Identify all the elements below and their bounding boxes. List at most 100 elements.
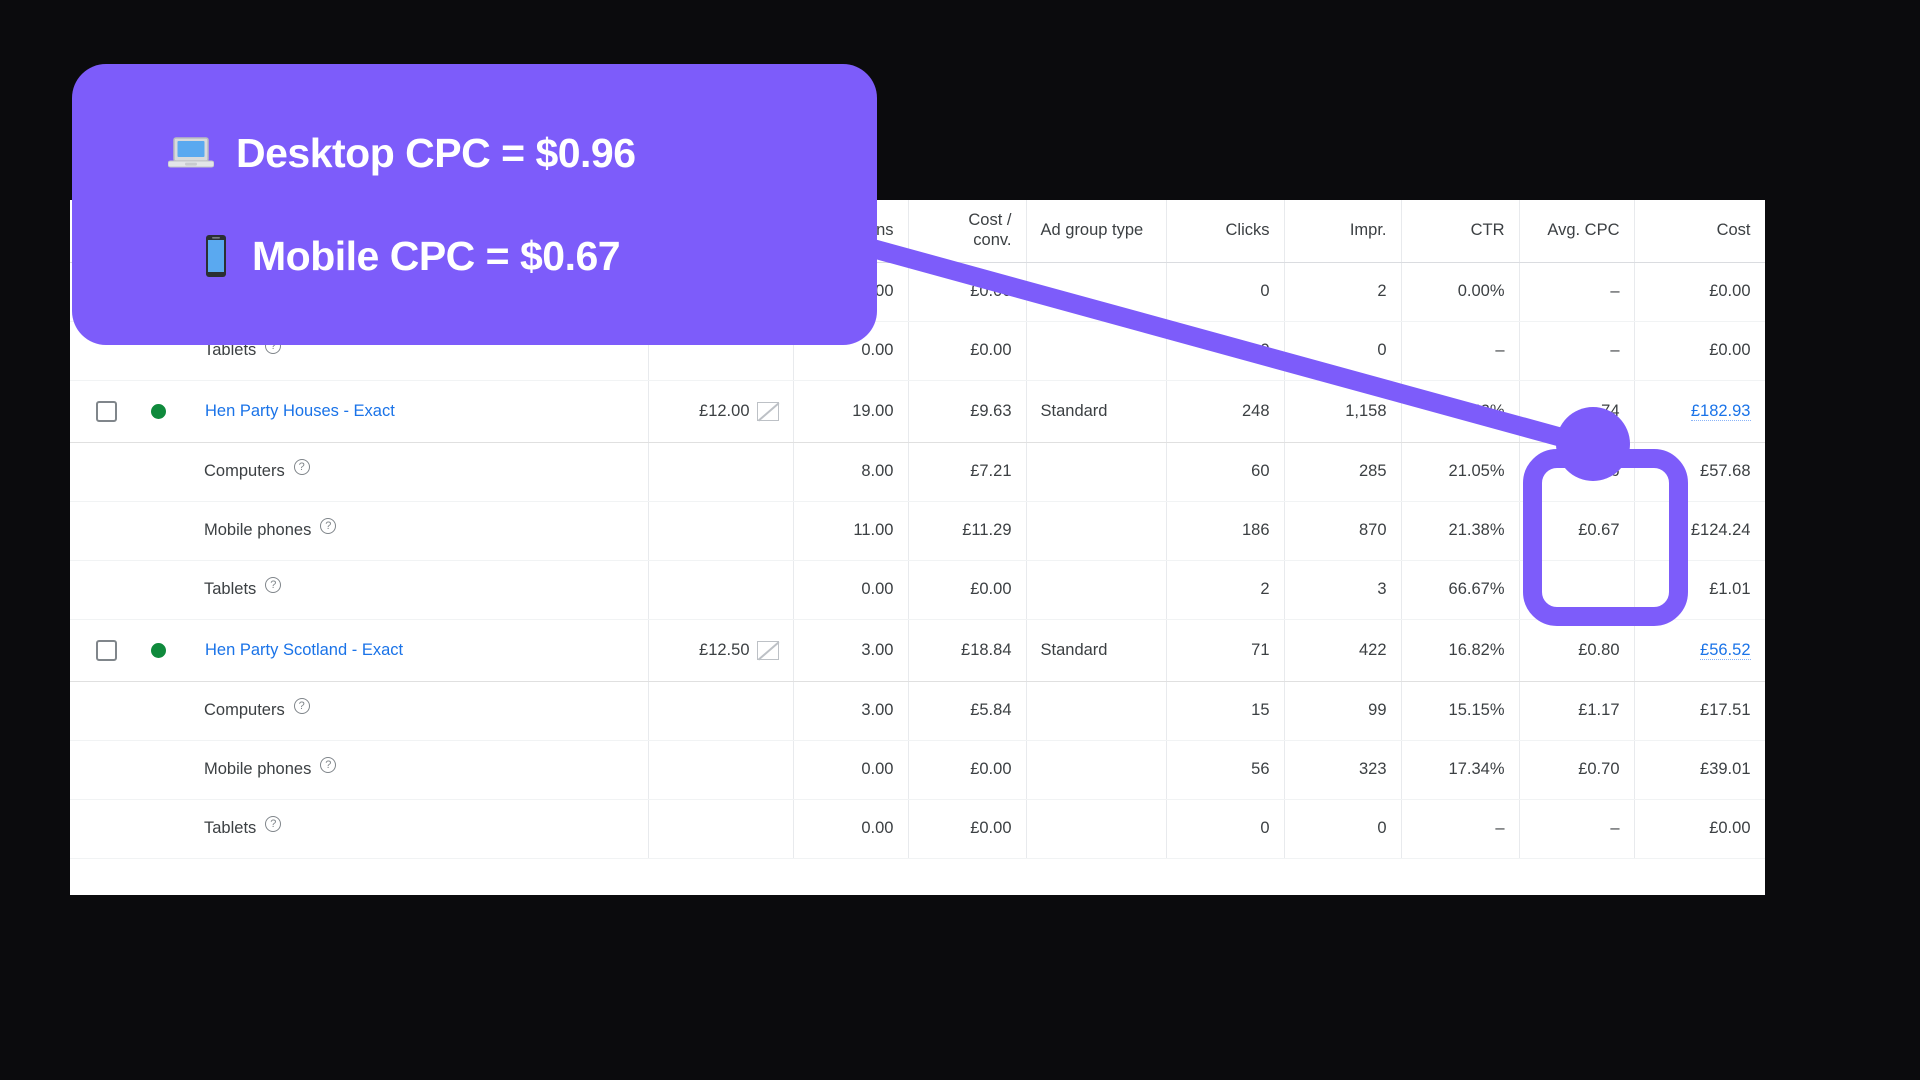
device-name-cell: Computers? (70, 442, 649, 502)
column-header-cost-per-conv[interactable]: Cost / conv. (908, 200, 1027, 263)
ctr-cell: 21.05% (1401, 442, 1520, 502)
callout-desktop-text: Desktop CPC = $0.96 (236, 129, 636, 176)
clicks-cell: 15 (1166, 681, 1285, 741)
ad-group-link[interactable]: Hen Party Scotland - Exact (205, 641, 403, 660)
ctr-cell: 66.67% (1401, 560, 1520, 620)
column-header-conversions[interactable]: ons (793, 200, 909, 263)
cost-per-conversion-cell: £11.29 (908, 501, 1027, 561)
help-icon[interactable]: ? (265, 337, 282, 354)
clicks-cell: 186 (1166, 501, 1285, 561)
cost-link[interactable]: £182.93 (1690, 401, 1751, 421)
column-header-ctr[interactable]: CTR (1401, 200, 1520, 263)
table-row-device[interactable]: Mobile phones? 0.00 £0.00 56 323 17.34% £0.70 £… (70, 740, 1765, 800)
impressions-cell: 0 (1284, 321, 1402, 381)
device-name-cell: Tablets? (70, 560, 649, 620)
column-header-cost[interactable]: Cost (1634, 200, 1765, 263)
device-label: Tablets (204, 341, 257, 359)
avg-cpc-cell: 74 (1519, 380, 1635, 443)
device-label: Computers (204, 462, 285, 480)
ctr-cell: 0.00% (1401, 262, 1520, 322)
table-row-device[interactable]: Computers? 3.00 £5.84 15 99 15.15% £1.17 £17.51 (70, 681, 1765, 741)
impressions-cell: 1,158 (1284, 380, 1402, 443)
table-row-device[interactable]: Mobile phones? 11.00 £11.29 186 870 21.38% £0.… (70, 501, 1765, 561)
row-checkbox[interactable] (96, 639, 117, 661)
table-body: .00 £0.00 0 2 0.00% – £0.00 Tablets? 0.00 £0.00 0 0… (70, 262, 1765, 859)
max-cpc-bid-cell (648, 799, 794, 859)
cost-cell: £57.68 (1634, 442, 1765, 502)
ctr-cell: 15.15% (1401, 681, 1520, 741)
cost-link[interactable]: £56.52 (1700, 640, 1751, 660)
table-row-device[interactable]: Tablets? 0.00 £0.00 0 0– – £0.00 (70, 799, 1765, 859)
cost-per-conversion-cell: £7.21 (908, 442, 1027, 502)
cost-cell[interactable]: £182.93 (1634, 380, 1765, 443)
table-row-device[interactable]: Tablets? 0.00 £0.00 0 0– – £0.00 (70, 321, 1765, 381)
impressions-cell: 323 (1284, 740, 1402, 800)
not-serving-icon (756, 640, 779, 660)
status-dot-eligible (151, 642, 166, 658)
avg-cpc-cell: £0.96 (1519, 442, 1635, 502)
table-header-row: ons Cost / conv. Ad group type Clicks Im… (70, 200, 1765, 263)
column-header-impressions[interactable]: Impr. (1284, 200, 1402, 263)
max-cpc-bid-cell (648, 740, 794, 800)
device-label: Tablets (204, 819, 257, 837)
ad-group-type-cell: Standard (1026, 380, 1167, 443)
clicks-cell: 0 (1166, 799, 1285, 859)
conversions-cell: 8.00 (793, 442, 909, 502)
table-row-ad-group[interactable]: Hen Party Houses - Exact £12.00 19.00 £9.63… (70, 380, 1765, 443)
column-header-bid[interactable] (648, 200, 794, 263)
help-icon[interactable]: ? (265, 576, 282, 593)
cost-per-conversion-cell: £5.84 (908, 681, 1027, 741)
ctr-cell: 21.42% (1401, 380, 1520, 443)
ctr-cell: 17.34% (1401, 740, 1520, 800)
bid-value: £12.00 (699, 401, 750, 420)
cost-per-conversion-cell: £0.00 (908, 560, 1027, 620)
column-header-avg-cpc[interactable]: Avg. CPC (1519, 200, 1635, 263)
laptop-icon (168, 136, 214, 170)
cost-per-conversion-cell: £0.00 (908, 321, 1027, 381)
avg-cpc-cell: £0.70 (1519, 740, 1635, 800)
cost-per-conversion-cell: £18.84 (908, 619, 1027, 682)
impressions-cell: 285 (1284, 442, 1402, 502)
table-row-ad-group[interactable]: Hen Party Scotland - Exact £12.50 3.00 £18.… (70, 619, 1765, 682)
ad-group-name-cell: Hen Party Scotland - Exact (70, 619, 649, 682)
max-cpc-bid-cell[interactable]: £12.50 (648, 619, 794, 682)
help-icon[interactable]: ? (265, 815, 282, 832)
max-cpc-bid-cell (648, 501, 794, 561)
conversions-cell: 0.00 (793, 560, 909, 620)
clicks-cell: 56 (1166, 740, 1285, 800)
column-header-ad-group-type[interactable]: Ad group type (1026, 200, 1167, 263)
ads-performance-table-panel: ons Cost / conv. Ad group type Clicks Im… (70, 200, 1765, 895)
column-header-name[interactable] (70, 200, 649, 263)
cost-per-conversion-cell: £0.00 (908, 262, 1027, 322)
table-row-device[interactable]: .00 £0.00 0 2 0.00% – £0.00 (70, 262, 1765, 322)
clicks-cell: 71 (1166, 619, 1285, 682)
column-header-clicks[interactable]: Clicks (1166, 200, 1285, 263)
clicks-cell: 2 (1166, 560, 1285, 620)
callout-line-desktop: Desktop CPC = $0.96 (168, 130, 877, 177)
device-label: Mobile phones (204, 760, 312, 778)
row-checkbox[interactable] (96, 400, 117, 422)
device-label: Mobile phones (204, 521, 312, 539)
cost-cell: £0.00 (1634, 799, 1765, 859)
cost-cell[interactable]: £56.52 (1634, 619, 1765, 682)
ctr-cell: 16.82% (1401, 619, 1520, 682)
ad-group-type-cell (1026, 501, 1167, 561)
table-row-device[interactable]: Tablets? 0.00 £0.00 2 3 66.67% £1.01 (70, 560, 1765, 620)
max-cpc-bid-cell[interactable]: £12.00 (648, 380, 794, 443)
ad-group-type-cell (1026, 681, 1167, 741)
table-row-device[interactable]: Computers? 8.00 £7.21 60 285 21.05% £0.96 £57.6… (70, 442, 1765, 502)
cost-cell: £17.51 (1634, 681, 1765, 741)
max-cpc-bid-cell (648, 321, 794, 381)
cost-cell: £39.01 (1634, 740, 1765, 800)
ad-group-link[interactable]: Hen Party Houses - Exact (205, 402, 395, 421)
conversions-cell: 19.00 (793, 380, 909, 443)
help-icon[interactable]: ? (320, 756, 337, 773)
cost-cell: £0.00 (1634, 262, 1765, 322)
help-icon[interactable]: ? (293, 697, 310, 714)
ad-group-type-cell (1026, 442, 1167, 502)
help-icon[interactable]: ? (320, 517, 337, 534)
help-icon[interactable]: ? (293, 458, 310, 475)
impressions-cell: 870 (1284, 501, 1402, 561)
impressions-cell: 2 (1284, 262, 1402, 322)
bid-value: £12.50 (699, 640, 750, 659)
